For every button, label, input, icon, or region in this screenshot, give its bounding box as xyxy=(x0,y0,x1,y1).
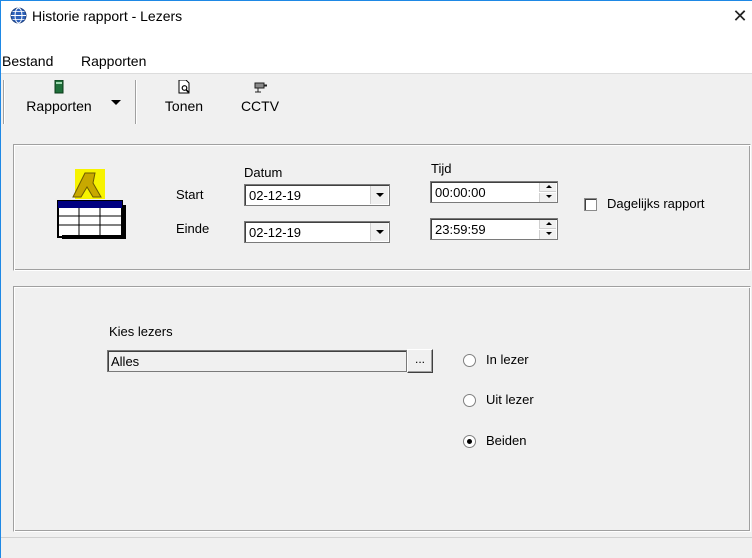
period-group: Datum Tijd Start Einde 02-12-19 02-12-19… xyxy=(13,144,751,271)
radio-in-lezer[interactable] xyxy=(463,354,476,367)
start-date-value: 02-12-19 xyxy=(249,188,302,203)
radio-in-lezer-label: In lezer xyxy=(486,352,529,367)
report-person-icon xyxy=(57,169,126,239)
globe-icon xyxy=(10,7,27,24)
start-time-spinner[interactable]: 00:00:00 xyxy=(430,181,558,203)
tonen-button[interactable]: Tonen xyxy=(153,80,215,114)
toolbar-separator xyxy=(3,80,5,124)
spin-down-icon[interactable] xyxy=(539,193,556,202)
preview-document-icon xyxy=(178,80,190,94)
datum-header: Datum xyxy=(244,165,283,180)
close-icon[interactable]: ✕ xyxy=(728,4,752,28)
menu-bestand[interactable]: Bestand xyxy=(2,53,53,69)
status-bar xyxy=(1,537,752,558)
book-icon xyxy=(54,80,64,94)
toolbar: Rapporten Tonen CCTV xyxy=(1,73,752,131)
end-time-value: 23:59:59 xyxy=(435,222,486,237)
chevron-down-icon[interactable] xyxy=(111,100,121,105)
spin-down-icon[interactable] xyxy=(539,230,556,239)
toolbar-separator xyxy=(135,80,137,124)
radio-uit-lezer[interactable] xyxy=(463,394,476,407)
browse-readers-button[interactable]: ... xyxy=(407,349,433,373)
chevron-down-icon[interactable] xyxy=(370,223,388,241)
radio-beiden-label: Beiden xyxy=(486,433,527,448)
end-date-combo[interactable]: 02-12-19 xyxy=(244,221,390,243)
end-date-value: 02-12-19 xyxy=(249,225,302,240)
radio-beiden[interactable] xyxy=(463,435,476,448)
tonen-label: Tonen xyxy=(164,98,204,114)
rapporten-label: Rapporten xyxy=(26,98,92,114)
daily-report-label: Dagelijks rapport xyxy=(607,196,705,211)
title-bar: Historie rapport - Lezers ✕ xyxy=(1,1,752,31)
choose-readers-label: Kies lezers xyxy=(109,324,173,339)
start-label: Start xyxy=(176,187,204,202)
window-title: Historie rapport - Lezers xyxy=(32,8,183,24)
spin-up-icon[interactable] xyxy=(539,183,556,192)
radio-uit-lezer-label: Uit lezer xyxy=(486,392,534,407)
end-time-spinner[interactable]: 23:59:59 xyxy=(430,218,558,240)
readers-selection-value: Alles xyxy=(111,354,140,369)
cctv-label: CCTV xyxy=(240,98,280,114)
cctv-button[interactable]: CCTV xyxy=(235,80,285,114)
start-date-combo[interactable]: 02-12-19 xyxy=(244,184,390,206)
menu-rapporten[interactable]: Rapporten xyxy=(81,53,146,69)
rapporten-button[interactable]: Rapporten xyxy=(11,80,107,114)
report-window: Historie rapport - Lezers ✕ Bestand Rapp… xyxy=(0,0,752,558)
menu-bar: Bestand Rapporten xyxy=(1,31,752,73)
camera-icon xyxy=(254,82,267,93)
einde-label: Einde xyxy=(176,221,210,236)
readers-selection-field[interactable]: Alles xyxy=(107,350,407,372)
chevron-down-icon[interactable] xyxy=(370,186,388,204)
readers-group: Kies lezers Alles ... In lezer Uit lezer… xyxy=(13,286,751,532)
daily-report-checkbox[interactable] xyxy=(584,198,597,211)
start-time-value: 00:00:00 xyxy=(435,185,486,200)
spin-up-icon[interactable] xyxy=(539,220,556,229)
tijd-header: Tijd xyxy=(431,161,452,176)
